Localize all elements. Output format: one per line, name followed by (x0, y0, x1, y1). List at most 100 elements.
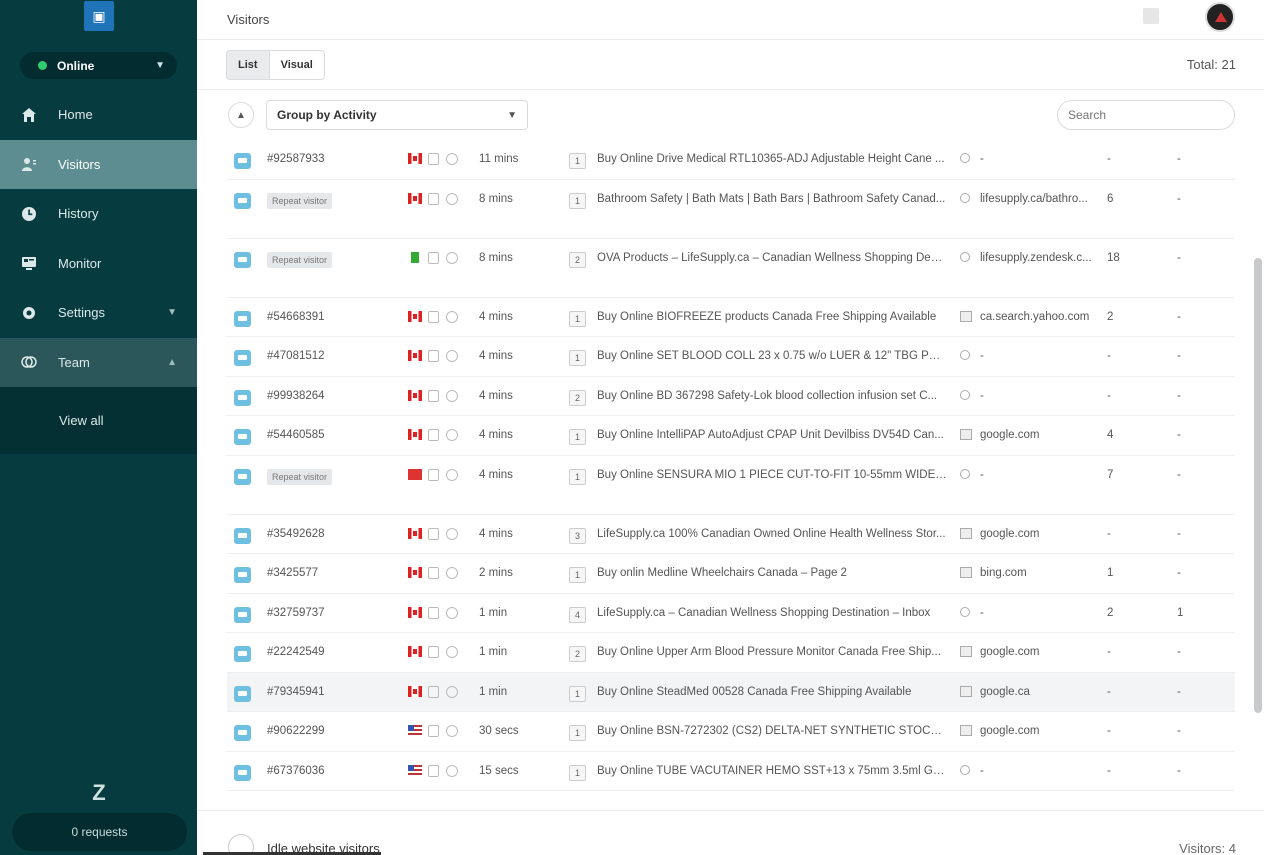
referrer: lifesupply.zendesk.c... (980, 251, 1092, 264)
visitor-id[interactable]: #54668391 (267, 311, 377, 323)
chat-icon[interactable] (234, 606, 251, 623)
online-dot-icon (38, 61, 47, 70)
country-flag-icon (411, 251, 419, 263)
chat-icon[interactable] (234, 567, 251, 583)
avatar[interactable] (1205, 2, 1235, 32)
chat-icon[interactable] (234, 310, 251, 327)
view-toggle: List Visual (226, 50, 325, 80)
page-icon (960, 567, 972, 578)
page-count-badge: 2 (569, 251, 586, 268)
chat-icon[interactable] (234, 350, 251, 366)
sidebar: ▣ Online ▼ Home Visitors History Monitor… (0, 0, 197, 855)
sidebar-item-visitors[interactable]: Visitors (0, 139, 197, 189)
chat-icon[interactable] (234, 685, 251, 702)
device-icon (428, 764, 439, 777)
subitem-label: View all (59, 413, 104, 428)
current-page: Buy Online TUBE VACUTAINER HEMO SST+13 x… (597, 764, 947, 777)
sidebar-item-monitor[interactable]: Monitor (0, 239, 197, 289)
visit-time: 15 secs (479, 764, 519, 777)
visitor-id[interactable]: #47081512 (267, 350, 377, 362)
table-row[interactable]: #79345941 1 min 1 Buy Online SteadMed 00528… (227, 672, 1235, 712)
sidebar-item-history[interactable]: History (0, 189, 197, 239)
table-row[interactable]: #18296327Repeat visitor8 mins2OVA Produc… (227, 239, 1235, 298)
visitor-id[interactable]: #35492628 (267, 528, 377, 540)
chats-count: - (1177, 389, 1181, 402)
visitor-id[interactable]: #32759737 (267, 607, 377, 619)
current-page: Bathroom Safety | Bath Mats | Bath Bars … (597, 192, 946, 205)
visitor-id[interactable]: #67376036 (267, 765, 377, 777)
device-icon (428, 192, 439, 205)
chat-icon[interactable] (234, 153, 251, 169)
list-view-button[interactable]: List (227, 51, 269, 79)
view-toolbar: List Visual Total: 21 (197, 40, 1264, 90)
chat-icon[interactable] (234, 725, 251, 741)
status-dropdown[interactable]: Online ▼ (20, 52, 177, 79)
chat-icon[interactable] (234, 251, 251, 268)
visit-time: 11 mins (479, 153, 519, 165)
chat-icon[interactable] (234, 527, 251, 544)
scrollbar[interactable] (1254, 258, 1262, 713)
team-icon (20, 353, 38, 371)
visitor-id[interactable]: #90622299 (267, 725, 377, 737)
visitor-id[interactable]: #22242549 (267, 646, 377, 658)
device-icon (428, 685, 439, 698)
table-row[interactable]: #7611842Repeat visitor4 mins1Buy Online … (227, 456, 1235, 515)
page-title: Visitors (227, 12, 270, 27)
device-icon (428, 350, 439, 362)
app-logo-icon[interactable]: ▣ (84, 1, 114, 31)
table-row[interactable]: #22242549 1 min 2 Buy Online Upper Arm Bloo… (227, 633, 1235, 673)
device-icon (428, 646, 439, 658)
table-row[interactable]: #92587933 11 mins 1 Buy Online Drive Medica… (227, 140, 1235, 180)
chat-icon[interactable] (234, 646, 251, 662)
table-row[interactable]: #3425577 2 mins 1 Buy onlin Medline Wheelch… (227, 554, 1235, 594)
search-icon (960, 153, 970, 163)
group-by-select[interactable]: Group by Activity ▼ (266, 100, 528, 130)
browser-icon (446, 468, 458, 481)
visits-count: - (1107, 685, 1111, 698)
table-row[interactable]: #35492628 4 mins 3 LifeSupply.ca 100% Canad… (227, 515, 1235, 554)
header: Visitors (197, 0, 1264, 40)
visitor-id[interactable]: #3425577 (267, 567, 377, 579)
referrer: - (980, 350, 984, 362)
chevron-up-icon: ▲ (236, 109, 246, 121)
table-row[interactable]: #54668391 4 mins 1 Buy Online BIOFREEZE pro… (227, 298, 1235, 337)
browser-icon (446, 350, 458, 362)
current-page: Buy Online IntelliPAP AutoAdjust CPAP Un… (597, 429, 944, 441)
chat-icon[interactable] (234, 192, 251, 209)
collapse-button[interactable]: ▲ (228, 102, 254, 128)
visitor-id[interactable]: #92587933 (267, 153, 377, 165)
chats-count: - (1177, 350, 1181, 362)
visitor-id[interactable]: #79345941 (267, 686, 377, 698)
visit-time: 1 min (479, 685, 508, 698)
sidebar-item-settings[interactable]: Settings ▼ (0, 288, 197, 338)
visual-view-button[interactable]: Visual (268, 51, 324, 79)
table-row[interactable]: #99938264 4 mins 2 Buy Online BD 367298 Saf… (227, 377, 1235, 416)
current-page: Buy onlin Medline Wheelchairs Canada – P… (597, 567, 847, 579)
table-row[interactable]: #72095140Repeat visitor8 mins1Bathroom S… (227, 180, 1235, 239)
table-row[interactable]: #90622299 30 secs 1 Buy Online BSN-7272302 … (227, 712, 1235, 752)
chats-count: - (1177, 251, 1181, 264)
chat-icon[interactable] (234, 764, 251, 781)
sidebar-item-home[interactable]: Home (0, 90, 197, 140)
apps-grid-icon[interactable] (1143, 8, 1159, 24)
table-row[interactable]: #47081512 4 mins 1 Buy Online SET BLOOD COL… (227, 337, 1235, 377)
current-page: Buy Online SET BLOOD COLL 23 x 0.75 w/o … (597, 350, 947, 362)
browser-icon (446, 606, 458, 619)
table-row[interactable]: #54460585 4 mins 1 Buy Online IntelliPAP Au… (227, 416, 1235, 456)
chat-icon[interactable] (234, 389, 251, 406)
chat-icon[interactable] (234, 468, 251, 485)
browser-icon (446, 429, 458, 441)
chat-icon[interactable] (234, 429, 251, 445)
referrer: - (980, 389, 984, 402)
table-row[interactable]: #32759737 1 min 4 LifeSupply.ca – Canadian … (227, 594, 1235, 633)
table-row[interactable]: #67376036 15 secs 1 Buy Online TUBE VACUTAI… (227, 752, 1235, 791)
visits-count: 4 (1107, 429, 1114, 441)
requests-button[interactable]: 0 requests (12, 813, 187, 851)
sidebar-item-team[interactable]: Team ▲ (0, 337, 197, 387)
page-count-badge: 1 (569, 192, 586, 209)
visitor-id[interactable]: #99938264 (267, 390, 377, 402)
sidebar-subitem-view-all[interactable]: View all (0, 387, 197, 454)
search-input[interactable] (1057, 100, 1235, 130)
country-flag-icon (408, 567, 422, 578)
visitor-id[interactable]: #54460585 (267, 429, 377, 441)
